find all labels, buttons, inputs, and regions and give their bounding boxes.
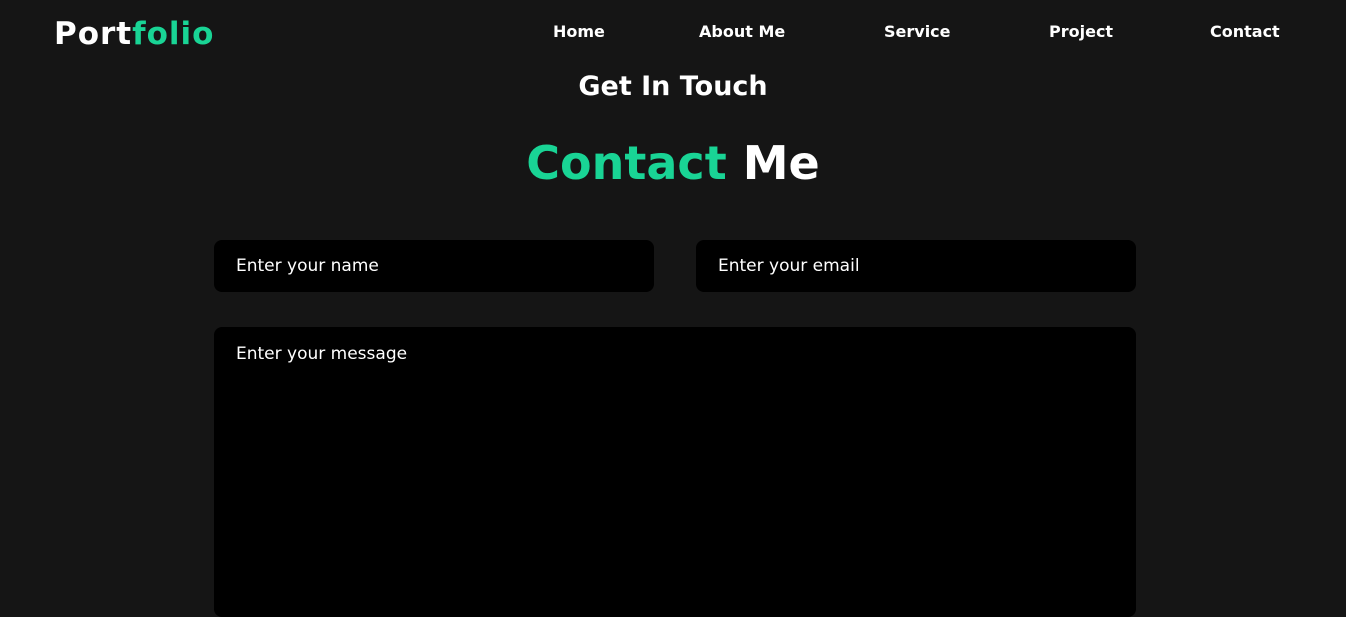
nav-link-contact[interactable]: Contact	[1210, 20, 1280, 44]
nav-link-about-me[interactable]: About Me	[699, 20, 785, 44]
section-subtitle: Get In Touch	[578, 71, 768, 102]
nav-menu: Home About Me Service Project Contact	[0, 20, 1346, 44]
email-input[interactable]	[696, 240, 1136, 292]
nav-link-service[interactable]: Service	[884, 20, 951, 44]
section-title: Contact Me	[0, 134, 1346, 192]
nav-link-project[interactable]: Project	[1049, 20, 1113, 44]
section-title-plain: Me	[742, 136, 820, 190]
message-textarea[interactable]	[214, 327, 1136, 617]
name-input[interactable]	[214, 240, 654, 292]
section-title-accent: Contact	[526, 136, 727, 190]
nav-link-home[interactable]: Home	[553, 20, 605, 44]
